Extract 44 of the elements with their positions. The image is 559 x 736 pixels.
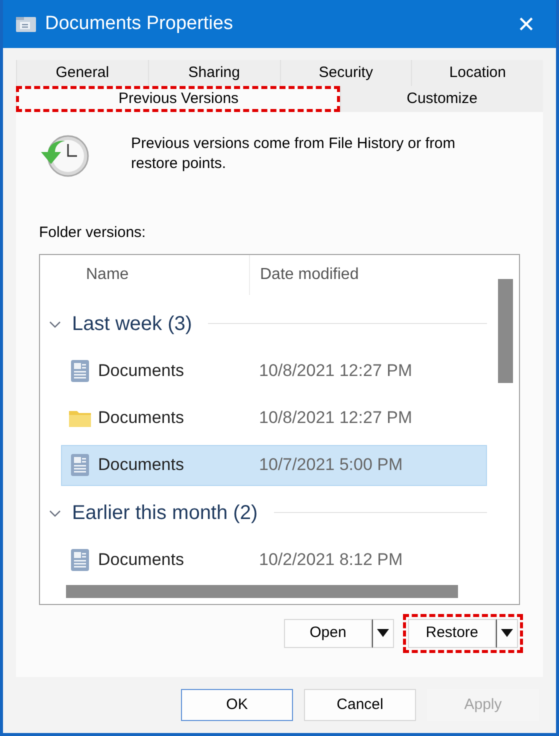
chevron-icon[interactable] [48, 318, 62, 328]
version-row[interactable]: Documents 10/8/2021 12:27 PM [61, 398, 487, 438]
file-name: Documents [98, 407, 185, 430]
clock-restore-icon [39, 134, 91, 178]
version-row[interactable]: Documents 10/2/2021 8:12 PM [61, 540, 487, 580]
dropdown-arrow-icon[interactable] [377, 629, 389, 637]
tab[interactable]: Security [280, 60, 412, 86]
chevron-icon[interactable] [48, 508, 62, 518]
file-name: Documents [98, 360, 185, 382]
folder-icon [68, 408, 92, 428]
window-title: Documents Properties [45, 12, 234, 36]
date-modified: 10/2/2021 8:12 PM [259, 549, 403, 572]
folder-properties-icon [15, 15, 37, 33]
description-text: Previous versions come from File History or from restore points. [131, 134, 456, 174]
dropdown-arrow-icon[interactable] [501, 629, 513, 637]
split-button-label[interactable]: Open [284, 618, 372, 648]
version-row[interactable]: Documents 10/8/2021 12:27 PM [61, 350, 487, 392]
tab[interactable]: Customize [340, 86, 543, 112]
file-name: Documents [98, 454, 185, 476]
document-icon [70, 453, 90, 477]
list-label: Folder versions: [39, 223, 147, 243]
group-header[interactable]: Earlier this month (2) [72, 498, 258, 528]
tab[interactable]: Previous Versions [16, 86, 340, 112]
file-name: Documents [98, 549, 185, 572]
column-header[interactable]: Name [40, 254, 250, 294]
vertical-scrollbar[interactable] [498, 278, 513, 382]
date-modified: 10/8/2021 12:27 PM [259, 407, 412, 430]
document-icon [70, 548, 90, 572]
tab[interactable]: Location [411, 60, 543, 86]
horizontal-scrollbar[interactable] [66, 584, 458, 598]
version-row[interactable]: Documents 10/7/2021 5:00 PM [61, 444, 487, 486]
tab[interactable]: General [16, 60, 148, 86]
column-header[interactable]: Date modified [250, 254, 359, 294]
dialog-button[interactable]: OK [181, 689, 293, 721]
document-icon [70, 359, 90, 383]
dialog-button[interactable]: Cancel [304, 689, 416, 721]
date-modified: 10/7/2021 5:00 PM [259, 454, 403, 476]
tab[interactable]: Sharing [148, 60, 280, 86]
date-modified: 10/8/2021 12:27 PM [259, 360, 412, 382]
split-button[interactable]: Restore [406, 616, 520, 650]
split-button[interactable]: Open [282, 616, 396, 650]
group-header[interactable]: Last week (3) [72, 308, 192, 338]
close-button[interactable]: ✕ [508, 6, 544, 42]
split-button-label[interactable]: Restore [408, 618, 496, 648]
